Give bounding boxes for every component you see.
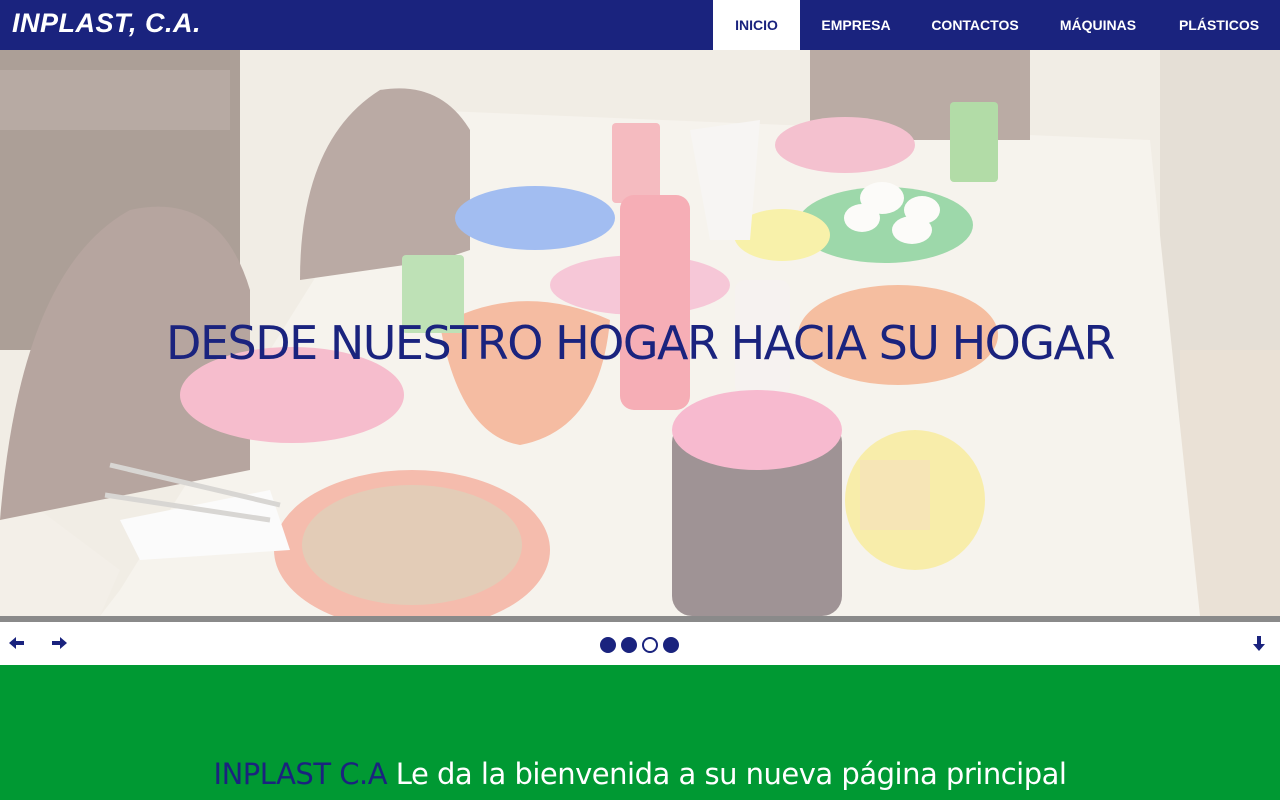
welcome-message: Le da la bienvenida a su nueva página pr… xyxy=(395,757,1067,791)
arrow-left-icon[interactable] xyxy=(8,634,26,652)
arrow-right-icon[interactable] xyxy=(50,634,68,652)
site-logo[interactable]: INPLAST, C.A. xyxy=(12,8,201,39)
nav-contactos[interactable]: CONTACTOS xyxy=(912,0,1038,50)
slider-dots xyxy=(600,637,679,653)
slider-dot-4[interactable] xyxy=(663,637,679,653)
slider-controls xyxy=(0,622,1280,665)
nav-empresa[interactable]: EMPRESA xyxy=(800,0,912,50)
main-nav: INICIO EMPRESA CONTACTOS MÁQUINAS PLÁSTI… xyxy=(713,0,1280,50)
welcome-brand: INPLAST C.A xyxy=(213,757,388,791)
arrow-down-icon[interactable] xyxy=(1250,634,1268,652)
site-header: INPLAST, C.A. INICIO EMPRESA CONTACTOS M… xyxy=(0,0,1280,50)
slider-dot-2[interactable] xyxy=(621,637,637,653)
hero-headline: DESDE NUESTRO HOGAR HACIA SU HOGAR xyxy=(166,316,1115,370)
slider-dot-3[interactable] xyxy=(642,637,658,653)
welcome-text: INPLAST C.A Le da la bienvenida a su nue… xyxy=(0,757,1280,791)
nav-inicio[interactable]: INICIO xyxy=(713,0,800,50)
welcome-section: INPLAST C.A Le da la bienvenida a su nue… xyxy=(0,665,1280,800)
nav-plasticos[interactable]: PLÁSTICOS xyxy=(1158,0,1280,50)
slider-dot-1[interactable] xyxy=(600,637,616,653)
hero-slide: DESDE NUESTRO HOGAR HACIA SU HOGAR xyxy=(0,50,1280,616)
nav-maquinas[interactable]: MÁQUINAS xyxy=(1038,0,1158,50)
